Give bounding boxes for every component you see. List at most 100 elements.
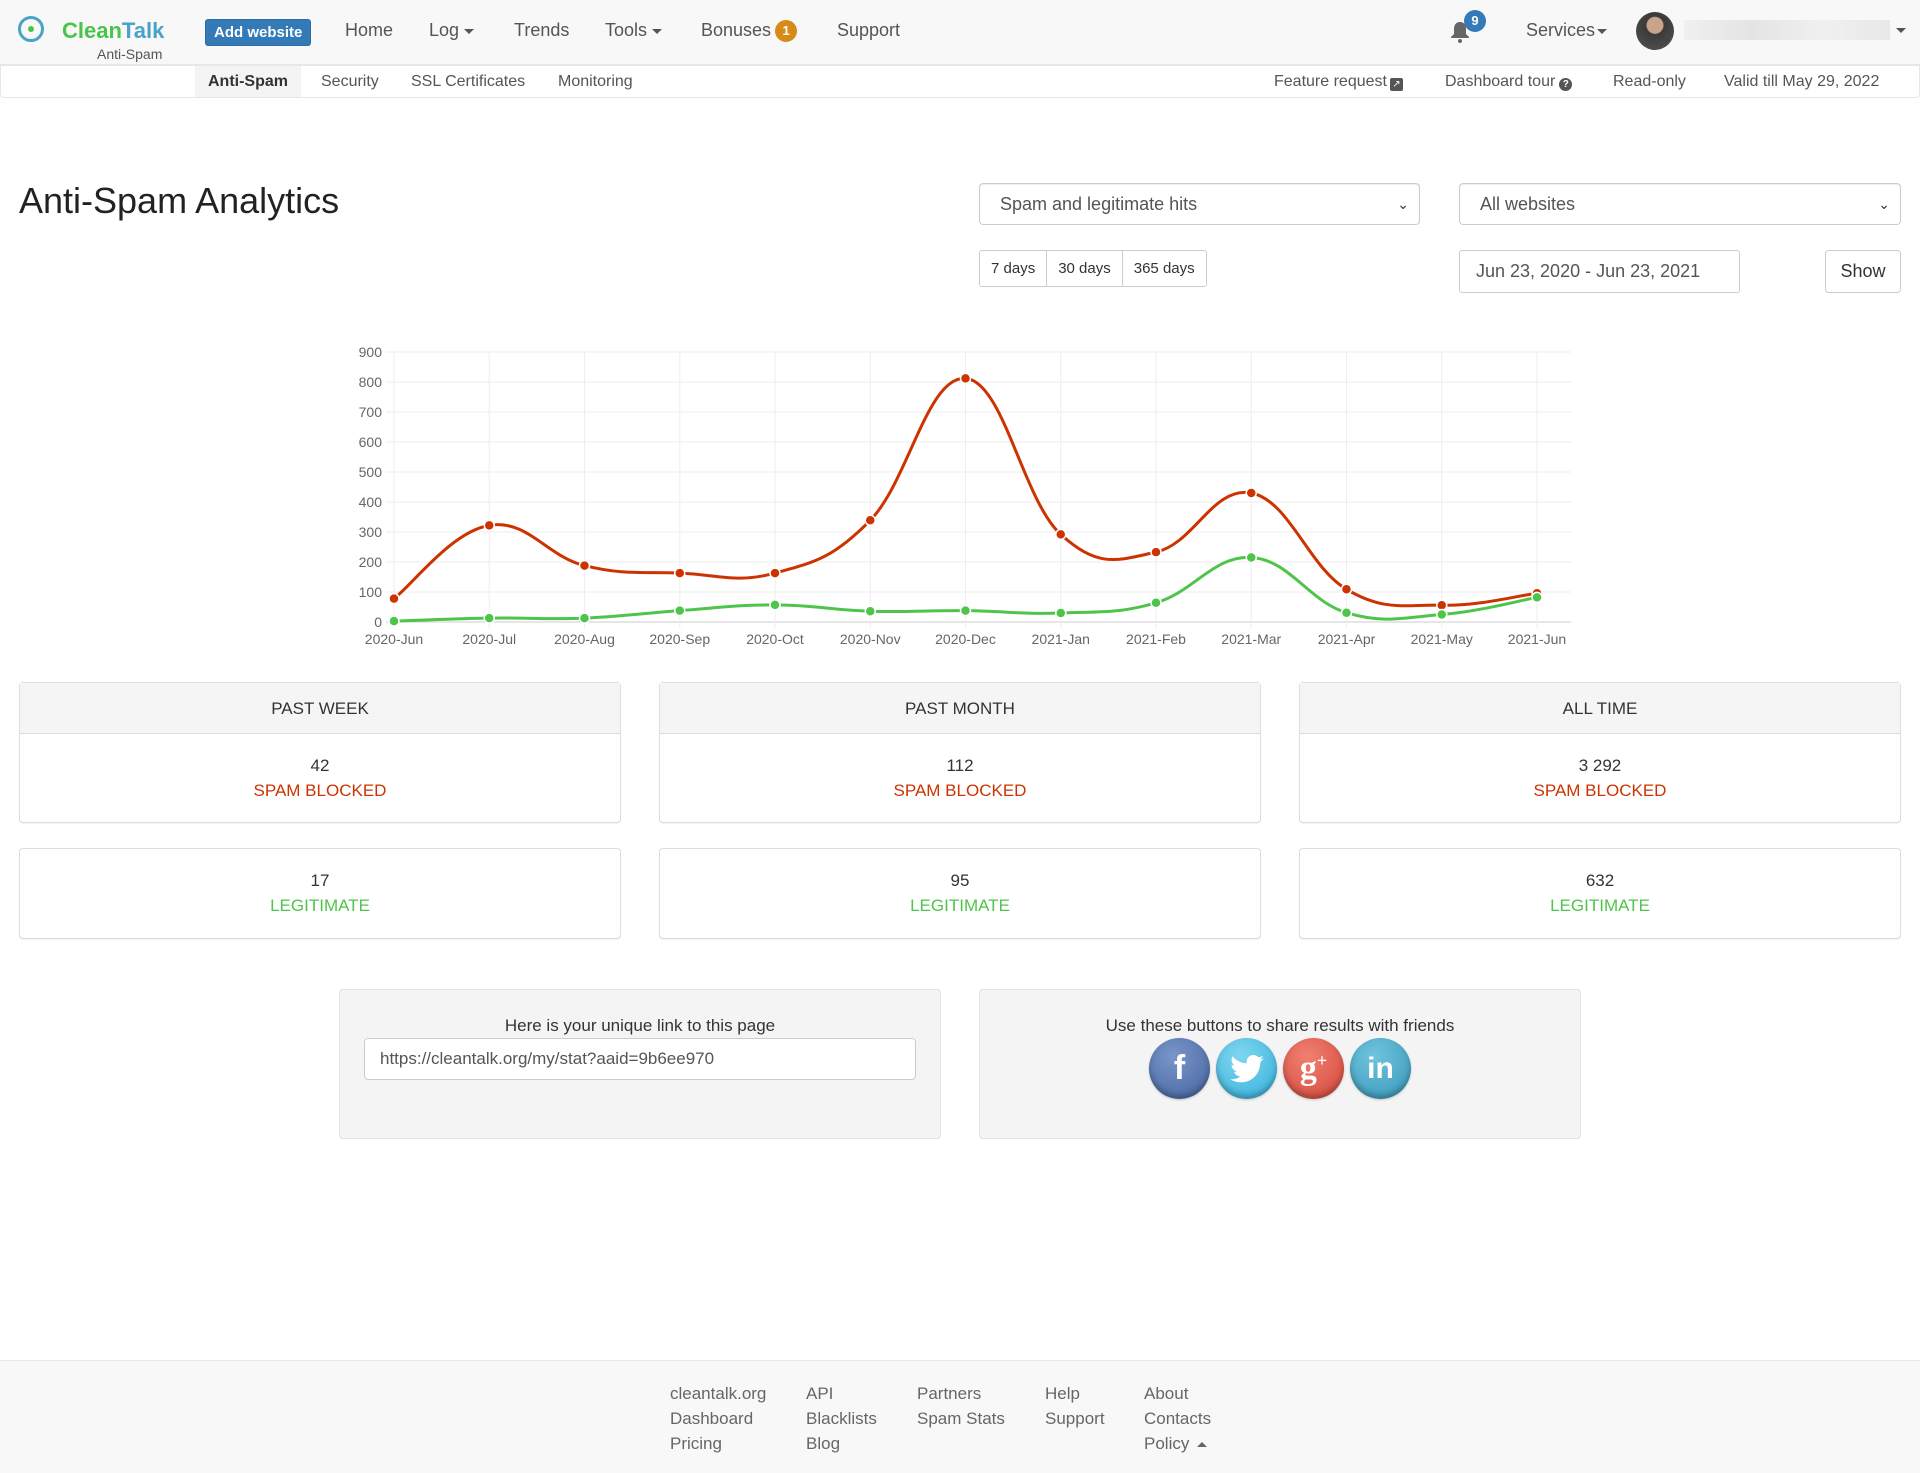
- x-tick-label: 2020-Oct: [746, 631, 804, 647]
- footer-link-help[interactable]: Help: [1045, 1381, 1105, 1406]
- footer-link-cleantalk[interactable]: cleantalk.org: [670, 1381, 766, 1406]
- external-link-icon: ↗: [1389, 78, 1403, 91]
- nav-support[interactable]: Support: [837, 20, 900, 41]
- y-tick-label: 700: [359, 404, 383, 420]
- legit-stat-card: 632 LEGITIMATE: [1299, 848, 1901, 939]
- user-menu-caret-icon[interactable]: [1896, 28, 1906, 33]
- spam-count: 3 292: [1578, 756, 1622, 775]
- twitter-share-button[interactable]: [1216, 1038, 1277, 1099]
- range-7-days-button[interactable]: 7 days: [980, 251, 1048, 286]
- data-point-legitimate: [1436, 608, 1448, 621]
- nav-tools[interactable]: Tools: [605, 20, 663, 41]
- footer-col-3: Partners Spam Stats: [917, 1381, 1005, 1431]
- data-point-legitimate: [1055, 607, 1067, 619]
- footer-link-contacts[interactable]: Contacts: [1144, 1406, 1211, 1431]
- data-point-legitimate: [1340, 606, 1353, 619]
- data-point-spam: [1436, 599, 1448, 611]
- dashboard-tour-link[interactable]: Dashboard tour?: [1445, 66, 1573, 97]
- tab-monitoring[interactable]: Monitoring: [558, 66, 633, 97]
- websites-value: All websites: [1480, 194, 1576, 214]
- data-point-spam: [578, 559, 591, 572]
- nav-bonuses-label: Bonuses: [701, 20, 772, 40]
- data-point-spam: [1150, 546, 1162, 558]
- facebook-icon: f: [1173, 1049, 1186, 1087]
- tab-security[interactable]: Security: [321, 66, 379, 97]
- feature-request-link[interactable]: Feature request ↗: [1274, 66, 1403, 97]
- nav-home[interactable]: Home: [345, 20, 393, 41]
- share-title: Use these buttons to share results with …: [1105, 1016, 1455, 1035]
- google-plus-share-button[interactable]: g+: [1283, 1038, 1344, 1099]
- data-point-spam: [1245, 487, 1257, 499]
- range-30-days-button[interactable]: 30 days: [1047, 251, 1123, 286]
- range-365-days-button[interactable]: 365 days: [1122, 251, 1206, 286]
- footer-link-support[interactable]: Support: [1045, 1406, 1105, 1431]
- y-tick-label: 300: [359, 524, 383, 540]
- read-only-status: Read-only: [1613, 73, 1686, 90]
- stat-period: ALL TIME: [1300, 683, 1900, 734]
- unique-link-input[interactable]: https://cleantalk.org/my/stat?aaid=9b6ee…: [364, 1038, 916, 1080]
- question-icon: ?: [1559, 78, 1573, 91]
- sub-navbar: Anti-Spam Security SSL Certificates Moni…: [0, 65, 1920, 98]
- data-point-spam: [1340, 583, 1353, 596]
- valid-till-text: Valid till May 29, 2022: [1724, 73, 1880, 90]
- data-point-spam: [1055, 528, 1067, 541]
- unique-link-panel: Here is your unique link to this page ht…: [339, 989, 941, 1139]
- footer-link-policy[interactable]: Policy: [1144, 1431, 1211, 1456]
- y-tick-label: 900: [359, 344, 383, 360]
- username-blurred[interactable]: [1684, 20, 1890, 40]
- nav-bonuses[interactable]: Bonuses 1: [701, 20, 798, 42]
- spam-stat-card: PAST WEEK 42 SPAM BLOCKED: [19, 682, 621, 823]
- facebook-share-button[interactable]: f: [1149, 1038, 1210, 1099]
- data-point-legitimate: [864, 605, 876, 617]
- user-avatar[interactable]: [1636, 12, 1674, 50]
- spam-stat-card: PAST MONTH 112 SPAM BLOCKED: [659, 682, 1261, 823]
- caret-down-icon: [464, 28, 475, 34]
- nav-trends[interactable]: Trends: [514, 20, 569, 41]
- twitter-icon: [1229, 1054, 1264, 1082]
- analytics-line-chart: 0 100 200 300 400 500 600 700 800 900 2020-Jun 2020…: [359, 344, 1571, 647]
- share-panel: Use these buttons to share results with …: [979, 989, 1581, 1139]
- y-tick-label: 600: [359, 434, 383, 450]
- nav-log[interactable]: Log: [429, 20, 475, 41]
- footer-col-5: About Contacts Policy: [1144, 1381, 1211, 1456]
- legit-count: 17: [310, 871, 330, 890]
- footer-link-spam-stats[interactable]: Spam Stats: [917, 1406, 1005, 1431]
- date-range-input[interactable]: Jun 23, 2020 - Jun 23, 2021: [1459, 250, 1740, 293]
- data-point-legitimate: [1245, 551, 1257, 564]
- brand-name[interactable]: CleanTalk: [62, 18, 164, 44]
- data-point-spam: [769, 567, 781, 579]
- logo[interactable]: [18, 16, 44, 42]
- spam-blocked-label: SPAM BLOCKED: [253, 781, 387, 800]
- y-tick-label: 400: [359, 494, 383, 510]
- cleantalk-logo-icon: [18, 16, 44, 42]
- brand-subtitle: Anti-Spam: [97, 46, 163, 62]
- y-tick-label: 0: [374, 614, 382, 630]
- footer-link-api[interactable]: API: [806, 1381, 877, 1406]
- services-menu[interactable]: Services: [1526, 20, 1608, 41]
- x-tick-label: 2020-Aug: [554, 631, 615, 647]
- spam-count: 112: [946, 756, 974, 775]
- y-tick-label: 200: [359, 554, 383, 570]
- websites-select[interactable]: All websites ⌄: [1459, 183, 1901, 225]
- hits-type-value: Spam and legitimate hits: [1000, 194, 1198, 214]
- linkedin-share-button[interactable]: in: [1350, 1038, 1411, 1099]
- footer-link-partners[interactable]: Partners: [917, 1381, 1005, 1406]
- tab-anti-spam[interactable]: Anti-Spam: [195, 66, 301, 97]
- tab-ssl-certificates[interactable]: SSL Certificates: [411, 66, 525, 97]
- footer: cleantalk.org Dashboard Pricing API Blac…: [0, 1360, 1920, 1473]
- y-tick-label: 500: [359, 464, 383, 480]
- footer-link-dashboard[interactable]: Dashboard: [670, 1406, 766, 1431]
- show-button[interactable]: Show: [1825, 250, 1901, 293]
- linkedin-icon: in: [1367, 1051, 1394, 1085]
- footer-link-about[interactable]: About: [1144, 1381, 1211, 1406]
- data-point-spam: [959, 372, 972, 385]
- footer-link-pricing[interactable]: Pricing: [670, 1431, 766, 1456]
- footer-link-blog[interactable]: Blog: [806, 1431, 877, 1456]
- footer-link-blacklists[interactable]: Blacklists: [806, 1406, 877, 1431]
- x-tick-label: 2020-Dec: [935, 631, 996, 647]
- hits-type-select[interactable]: Spam and legitimate hits ⌄: [979, 183, 1420, 225]
- top-navbar: CleanTalk Anti-Spam Add website Home Log…: [0, 0, 1920, 65]
- spam-blocked-label: SPAM BLOCKED: [1533, 781, 1667, 800]
- nav-trends-label: Trends: [514, 20, 570, 40]
- add-website-button[interactable]: Add website: [205, 19, 312, 46]
